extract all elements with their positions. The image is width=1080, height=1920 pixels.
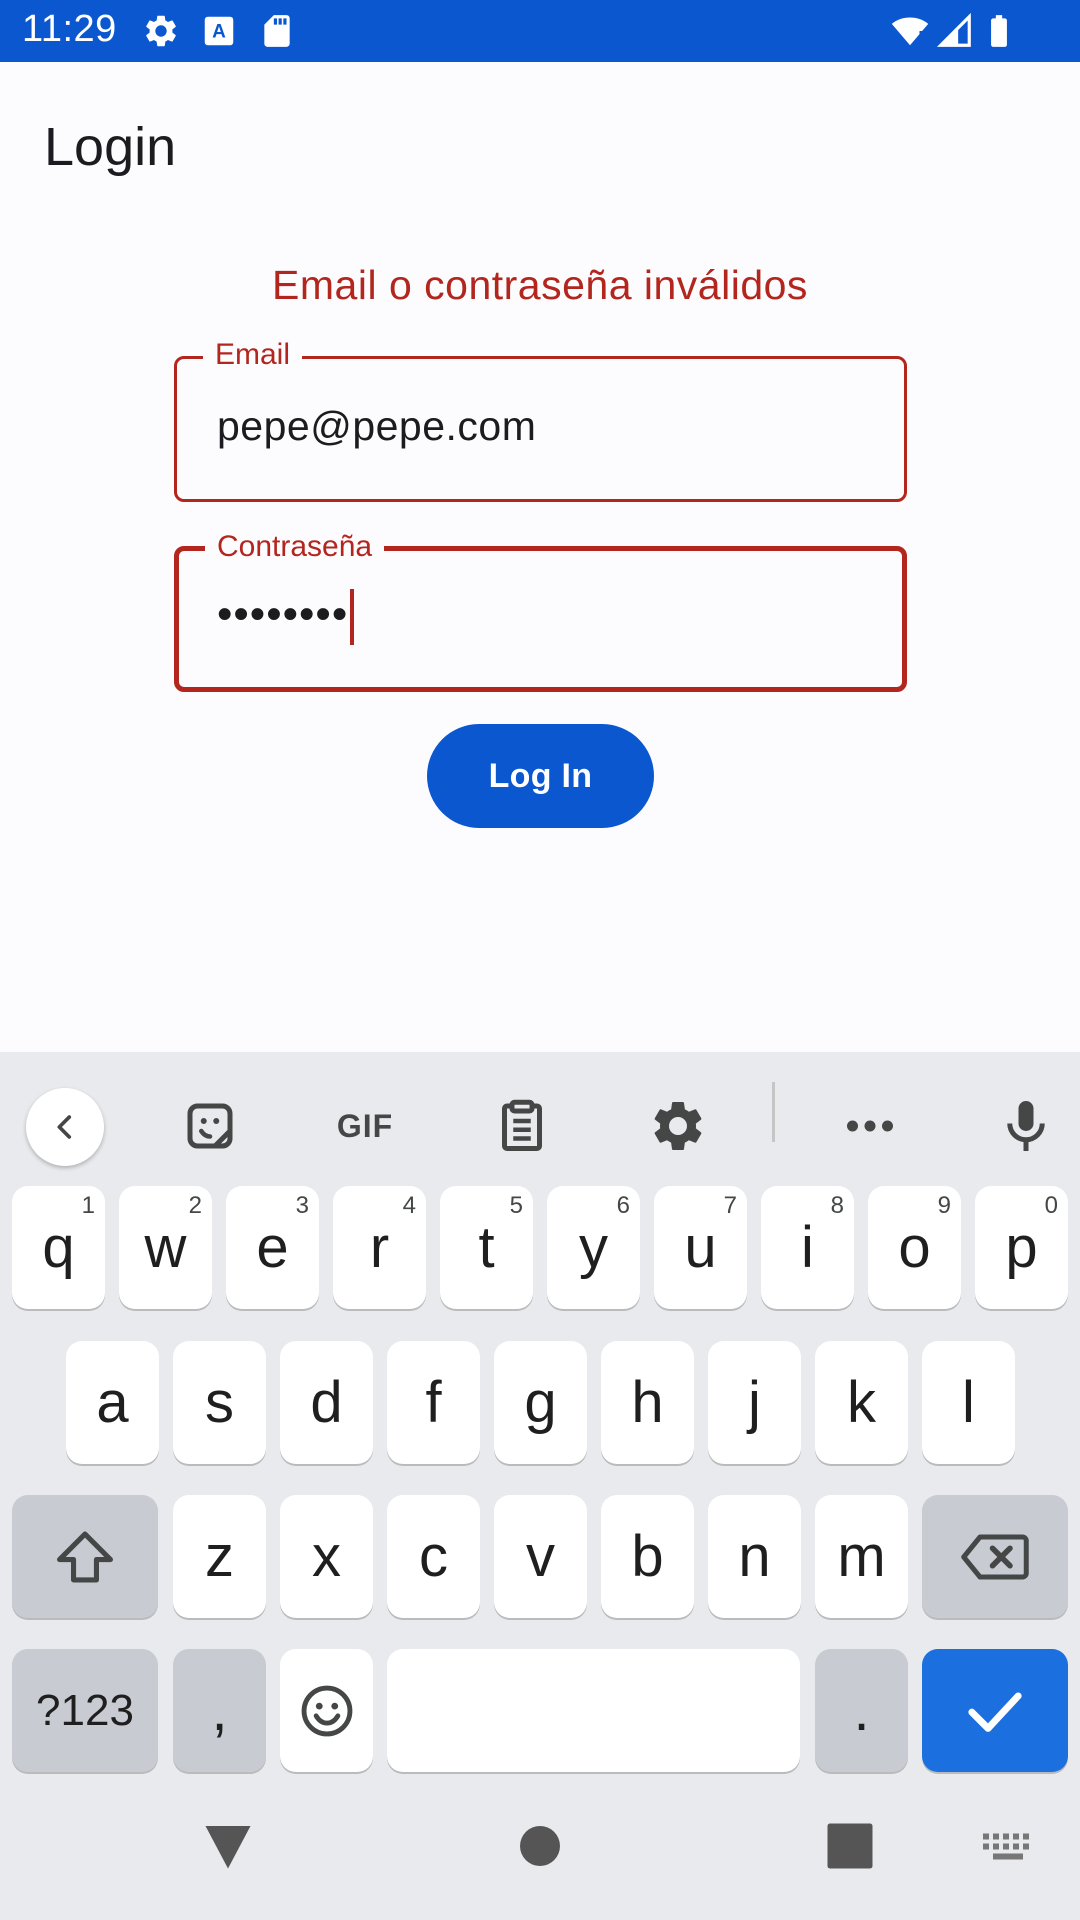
login-button[interactable]: Log In [427, 724, 654, 828]
keyboard-switch-icon[interactable] [978, 1816, 1038, 1876]
key-x[interactable]: x [280, 1495, 373, 1618]
error-message: Email o contraseña inválidos [272, 262, 808, 308]
key-g[interactable]: g [494, 1341, 587, 1464]
battery-icon [980, 12, 1018, 50]
gear-icon [142, 12, 180, 50]
key-v[interactable]: v [494, 1495, 587, 1618]
key-label: r [369, 1215, 390, 1280]
key-label: w [144, 1215, 187, 1280]
key-hint: 4 [402, 1192, 416, 1219]
key-label: e [256, 1215, 289, 1280]
toolbar-divider [772, 1082, 775, 1142]
text-caret [350, 589, 355, 645]
key-a[interactable]: a [66, 1341, 159, 1464]
period-key[interactable]: . [815, 1649, 908, 1772]
email-label: Email [203, 335, 303, 375]
sd-card-icon [258, 12, 296, 50]
emoji-icon [301, 1685, 352, 1736]
wifi-icon [888, 12, 932, 50]
key-u[interactable]: u7 [654, 1186, 747, 1309]
key-hint: 7 [723, 1192, 737, 1219]
key-hint: 9 [937, 1192, 951, 1219]
key-q[interactable]: q1 [12, 1186, 105, 1309]
key-c[interactable]: c [387, 1495, 480, 1618]
home-circle-icon[interactable] [510, 1816, 570, 1876]
svg-text:A: A [212, 21, 226, 42]
key-d[interactable]: d [280, 1341, 373, 1464]
shift-icon [57, 1531, 113, 1582]
key-h[interactable]: h [601, 1341, 694, 1464]
key-hint: 3 [295, 1192, 309, 1219]
status-bar: 11:29 A [0, 0, 1080, 62]
password-value: •••••••• [217, 589, 349, 639]
recents-square-icon[interactable] [820, 1816, 880, 1876]
emoji-key[interactable] [280, 1649, 373, 1772]
key-b[interactable]: b [601, 1495, 694, 1618]
password-field[interactable]: Contraseña •••••••• [174, 527, 907, 692]
back-triangle-icon[interactable] [198, 1816, 258, 1876]
space-key[interactable] [387, 1649, 800, 1772]
key-label: p [1005, 1215, 1038, 1280]
key-t[interactable]: t5 [440, 1186, 533, 1309]
key-label: u [684, 1215, 717, 1280]
symbols-key[interactable]: ?123 [12, 1649, 158, 1772]
key-label: o [898, 1215, 931, 1280]
key-hint: 0 [1044, 1192, 1058, 1219]
key-j[interactable]: j [708, 1341, 801, 1464]
password-value-wrap[interactable]: •••••••• [217, 589, 355, 645]
key-l[interactable]: l [922, 1341, 1015, 1464]
key-hint: 6 [616, 1192, 630, 1219]
keyboard-toolbar: GIF [0, 1052, 1080, 1168]
key-s[interactable]: s [173, 1341, 266, 1464]
key-r[interactable]: r4 [333, 1186, 426, 1309]
more-icon[interactable] [840, 1096, 900, 1156]
back-icon[interactable] [26, 1088, 104, 1166]
signal-icon [936, 12, 974, 50]
key-label: i [801, 1215, 814, 1280]
mic-icon[interactable] [996, 1096, 1056, 1156]
key-label: y [579, 1215, 608, 1280]
key-w[interactable]: w2 [119, 1186, 212, 1309]
key-n[interactable]: n [708, 1495, 801, 1618]
gif-button[interactable]: GIF [330, 1096, 400, 1156]
password-label: Contraseña [205, 527, 385, 567]
backspace-key[interactable] [922, 1495, 1068, 1618]
key-hint: 2 [188, 1192, 202, 1219]
clipboard-icon[interactable] [492, 1096, 552, 1156]
key-k[interactable]: k [815, 1341, 908, 1464]
backspace-icon [961, 1534, 1029, 1579]
key-p[interactable]: p0 [975, 1186, 1068, 1309]
key-hint: 5 [509, 1192, 523, 1219]
key-z[interactable]: z [173, 1495, 266, 1618]
key-label: q [42, 1215, 75, 1280]
enter-key[interactable] [922, 1649, 1068, 1772]
page-title: Login [44, 117, 177, 177]
comma-key[interactable]: , [173, 1649, 266, 1772]
key-y[interactable]: y6 [547, 1186, 640, 1309]
key-i[interactable]: i8 [761, 1186, 854, 1309]
email-value[interactable]: pepe@pepe.com [217, 403, 536, 450]
key-f[interactable]: f [387, 1341, 480, 1464]
key-hint: 1 [81, 1192, 95, 1219]
system-nav-bar [0, 1780, 1080, 1920]
key-label: t [478, 1215, 495, 1280]
key-e[interactable]: e3 [226, 1186, 319, 1309]
key-o[interactable]: o9 [868, 1186, 961, 1309]
key-m[interactable]: m [815, 1495, 908, 1618]
email-field[interactable]: Email pepe@pepe.com [174, 335, 907, 502]
text-a-icon: A [200, 12, 238, 50]
sticker-icon[interactable] [180, 1096, 240, 1156]
shift-key[interactable] [12, 1495, 158, 1618]
check-icon [968, 1691, 1022, 1732]
key-hint: 8 [830, 1192, 844, 1219]
status-time: 11:29 [22, 8, 117, 50]
gear-icon[interactable] [648, 1096, 708, 1156]
